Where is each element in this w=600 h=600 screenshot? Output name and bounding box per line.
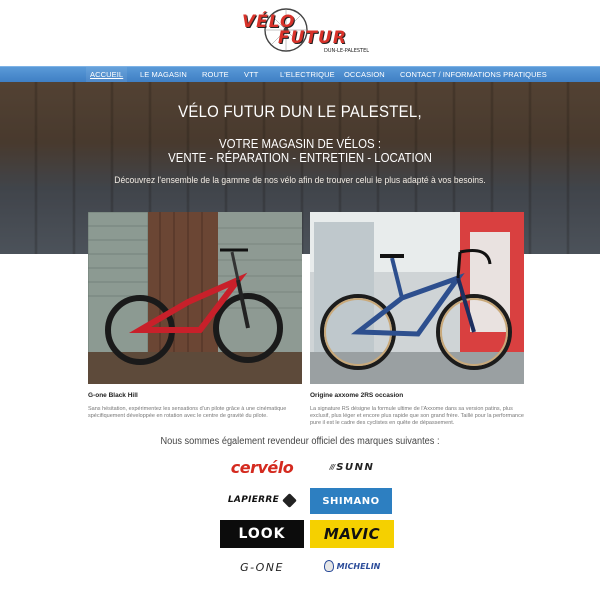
brand-logo-michelin[interactable]: MICHELIN [312,556,392,576]
main-nav: ACCUEIL LE MAGASIN ROUTE VTT L'ELECTRIQU… [0,66,600,83]
logo-text-futur: FUTUR [278,28,347,48]
brand-logo-gone[interactable]: G-ONE [220,558,304,576]
product-title-1[interactable]: G-one Black Hill [88,392,138,399]
hero-subtitle-1: VOTRE MAGASIN DE VÉLOS : [218,136,382,151]
product-title-2[interactable]: Origine axxome 2RS occasion [310,392,403,399]
nav-item-contact[interactable]: CONTACT / INFORMATIONS PRATIQUES [400,67,547,83]
brand-logo-cervelo[interactable]: cervélo [220,456,304,478]
brand-logo-shimano[interactable]: SHIMANO [310,488,392,514]
hero-description: Découvrez l'ensemble de la gamme de nos … [114,175,486,186]
brand-logo-mavic[interactable]: MAVIC [310,520,394,548]
speed-lines-icon: /// [329,463,336,471]
hero-subtitle-2: VENTE - RÉPARATION - ENTRETIEN - LOCATIO… [168,150,432,165]
brands-heading: Nous sommes également revendeur officiel… [160,436,440,447]
product-description-2: La signature RS désigne la formule ultim… [310,406,524,426]
product-photo-mtb[interactable] [88,212,302,384]
site-header: VÉLO FUTUR DUN-LE-PALESTEL [0,0,600,66]
nav-item-vtt[interactable]: VTT [244,67,258,83]
product-photo-road[interactable] [310,212,524,384]
product-description-1: Sans hésitation, expérimentez les sensat… [88,406,287,419]
brand-logo-sunn[interactable]: /// SUNN [312,458,392,476]
brand-logo-lapierre[interactable]: LAPIERRE [220,490,304,510]
nav-item-electrique[interactable]: L'ELECTRIQUE [280,67,335,83]
nav-item-le-magasin[interactable]: LE MAGASIN [140,67,187,83]
michelin-man-icon [323,560,334,572]
brand-logo-look[interactable]: LOOK [220,520,304,548]
nav-item-occasion[interactable]: OCCASION [344,67,385,83]
lapierre-badge-icon [282,492,297,508]
site-logo[interactable]: VÉLO FUTUR DUN-LE-PALESTEL [238,6,372,60]
nav-item-route[interactable]: ROUTE [202,67,229,83]
nav-item-accueil[interactable]: ACCUEIL [86,67,128,83]
logo-tagline: DUN-LE-PALESTEL [324,48,370,54]
hero-title: VÉLO FUTUR DUN LE PALESTEL, [178,102,422,121]
